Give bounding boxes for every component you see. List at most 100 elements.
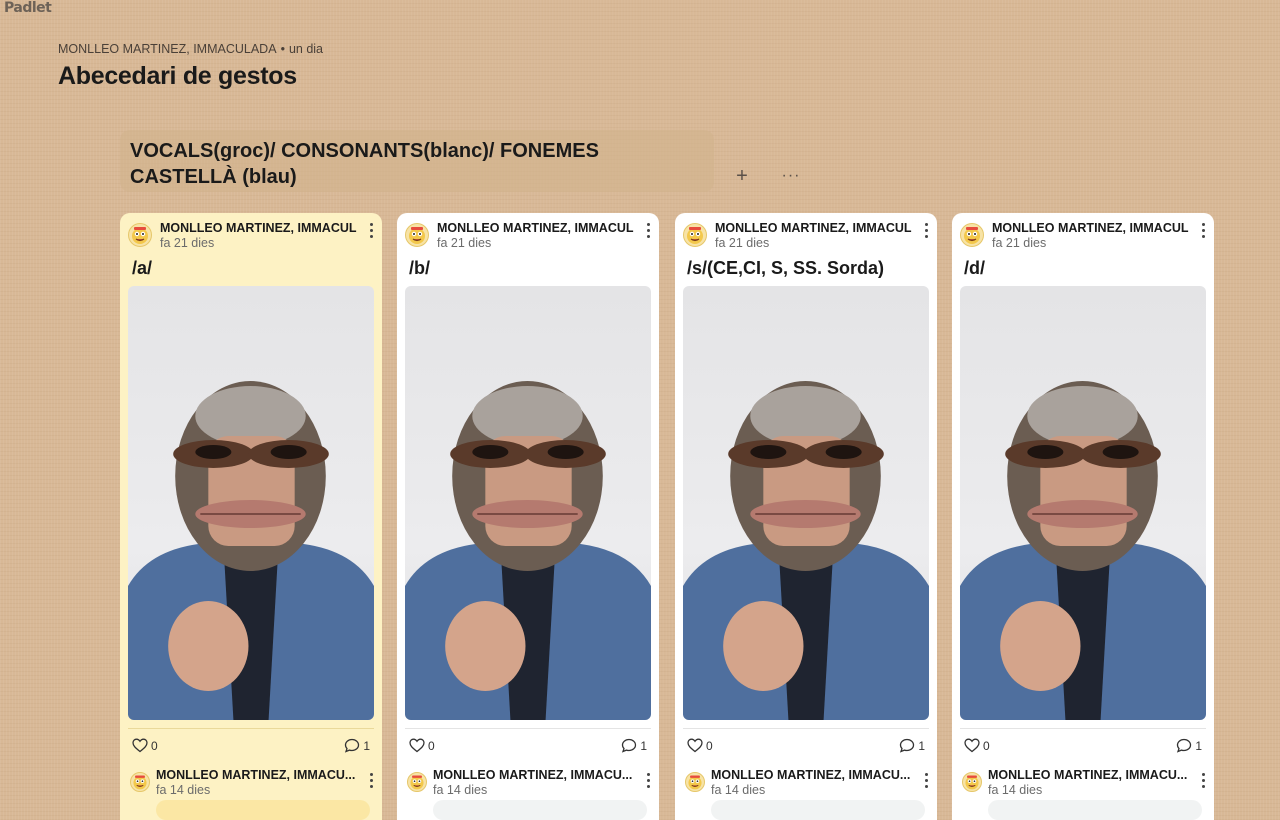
comment-icon xyxy=(1177,738,1192,753)
comment-count: 1 xyxy=(918,738,925,753)
divider xyxy=(683,728,929,729)
post-card[interactable]: MONLLEO MARTINEZ, IMMACUL fa 21 dies /b/ xyxy=(397,213,659,820)
like-button[interactable]: 0 xyxy=(409,738,435,753)
comment-author: MONLLEO MARTINEZ, IMMACU... xyxy=(156,768,356,782)
comment-avatar[interactable] xyxy=(407,772,427,792)
divider xyxy=(405,728,651,729)
avatar-face-icon xyxy=(965,775,979,790)
comment-menu-icon[interactable] xyxy=(921,771,931,789)
comment-icon xyxy=(345,738,360,753)
comment-body[interactable] xyxy=(156,800,370,820)
comment-avatar[interactable] xyxy=(130,772,150,792)
comment-icon xyxy=(622,738,637,753)
post-menu-icon[interactable] xyxy=(1198,221,1208,239)
avatar[interactable] xyxy=(683,223,707,247)
heart-icon xyxy=(132,738,148,753)
post-reactions: 0 1 xyxy=(397,720,659,768)
section-header[interactable]: VOCALS(groc)/ CONSONANTS(blanc)/ FONEMES… xyxy=(120,130,714,192)
board-meta: MONLLEO MARTINEZ, IMMACULADA • un dia xyxy=(58,42,323,56)
post-header: MONLLEO MARTINEZ, IMMACUL fa 21 dies xyxy=(120,213,382,253)
avatar-face-icon xyxy=(410,775,424,790)
comment-item: MONLLEO MARTINEZ, IMMACU... fa 14 dies xyxy=(397,768,659,820)
post-menu-icon[interactable] xyxy=(921,221,931,239)
post-subject: /a/ xyxy=(132,258,153,278)
comment-author: MONLLEO MARTINEZ, IMMACU... xyxy=(988,768,1188,782)
post-card[interactable]: MONLLEO MARTINEZ, IMMACUL fa 21 dies /d/ xyxy=(952,213,1214,820)
post-subject: /d/ xyxy=(964,258,985,278)
post-subject: /s/(CE,CI, S, SS. Sorda) xyxy=(687,258,885,278)
heart-icon xyxy=(964,738,980,753)
comments-button[interactable]: 1 xyxy=(899,738,925,753)
person-gesture-image xyxy=(960,381,1206,720)
person-gesture-image xyxy=(128,381,374,720)
post-reactions: 0 1 xyxy=(675,720,937,768)
post-card[interactable]: MONLLEO MARTINEZ, IMMACUL fa 21 dies /s/… xyxy=(675,213,937,820)
post-video-thumbnail[interactable] xyxy=(960,286,1206,720)
comment-time: fa 14 dies xyxy=(156,783,211,797)
comment-body[interactable] xyxy=(433,800,647,820)
board-updated: un dia xyxy=(288,42,324,56)
comment-author: MONLLEO MARTINEZ, IMMACU... xyxy=(433,768,633,782)
like-button[interactable]: 0 xyxy=(132,738,158,753)
like-count: 0 xyxy=(151,738,158,753)
like-button[interactable]: 0 xyxy=(687,738,713,753)
post-header: MONLLEO MARTINEZ, IMMACUL fa 21 dies xyxy=(397,213,659,253)
avatar-face-icon xyxy=(687,227,703,244)
post-author: MONLLEO MARTINEZ, IMMACUL xyxy=(437,221,634,235)
comment-avatar[interactable] xyxy=(685,772,705,792)
like-count: 0 xyxy=(983,738,990,753)
avatar[interactable] xyxy=(128,223,152,247)
section-title-line-1: VOCALS(groc)/ CONSONANTS(blanc)/ FONEMES xyxy=(130,140,599,162)
like-count: 0 xyxy=(706,738,713,753)
avatar-face-icon xyxy=(133,775,147,790)
add-post-button[interactable]: + xyxy=(726,160,758,192)
post-time: fa 21 dies xyxy=(715,236,770,250)
padlet-logo[interactable]: Padlet xyxy=(4,0,52,16)
comment-author: MONLLEO MARTINEZ, IMMACU... xyxy=(711,768,911,782)
comment-count: 1 xyxy=(1195,738,1202,753)
comments-button[interactable]: 1 xyxy=(621,738,647,753)
post-video-thumbnail[interactable] xyxy=(683,286,929,720)
comment-menu-icon[interactable] xyxy=(643,771,653,789)
avatar-face-icon xyxy=(132,227,148,244)
comment-count: 1 xyxy=(363,738,370,753)
avatar[interactable] xyxy=(405,223,429,247)
heart-icon xyxy=(409,738,425,753)
comment-time: fa 14 dies xyxy=(988,783,1043,797)
post-menu-icon[interactable] xyxy=(366,221,376,239)
comment-count: 1 xyxy=(640,738,647,753)
divider xyxy=(960,728,1206,729)
comment-menu-icon[interactable] xyxy=(366,771,376,789)
post-menu-icon[interactable] xyxy=(643,221,653,239)
board-header: MONLLEO MARTINEZ, IMMACULADA • un dia Abec… xyxy=(58,42,323,91)
meta-separator: • xyxy=(280,42,285,56)
post-header: MONLLEO MARTINEZ, IMMACUL fa 21 dies xyxy=(952,213,1214,253)
post-time: fa 21 dies xyxy=(160,236,215,250)
comment-menu-icon[interactable] xyxy=(1198,771,1208,789)
section-title-line-2: CASTELLÀ (blau) xyxy=(130,166,297,188)
post-subject: /b/ xyxy=(409,258,430,278)
post-card[interactable]: MONLLEO MARTINEZ, IMMACUL fa 21 dies /a/ xyxy=(120,213,382,820)
comments-button[interactable]: 1 xyxy=(1176,738,1202,753)
section-more-button[interactable]: ··· xyxy=(775,160,807,192)
post-author: MONLLEO MARTINEZ, IMMACUL xyxy=(160,221,357,235)
avatar[interactable] xyxy=(960,223,984,247)
comments-button[interactable]: 1 xyxy=(344,738,370,753)
comment-time: fa 14 dies xyxy=(711,783,766,797)
like-button[interactable]: 0 xyxy=(964,738,990,753)
post-time: fa 21 dies xyxy=(992,236,1047,250)
comment-body[interactable] xyxy=(711,800,925,820)
comment-item: MONLLEO MARTINEZ, IMMACU... fa 14 dies xyxy=(675,768,937,820)
post-video-thumbnail[interactable] xyxy=(405,286,651,720)
comment-item: MONLLEO MARTINEZ, IMMACU... fa 14 dies xyxy=(120,768,382,820)
post-reactions: 0 1 xyxy=(120,720,382,768)
post-header: MONLLEO MARTINEZ, IMMACUL fa 21 dies xyxy=(675,213,937,253)
comment-icon xyxy=(900,738,915,753)
like-count: 0 xyxy=(428,738,435,753)
comment-avatar[interactable] xyxy=(962,772,982,792)
avatar-face-icon xyxy=(409,227,425,244)
post-author: MONLLEO MARTINEZ, IMMACUL xyxy=(992,221,1189,235)
comment-time: fa 14 dies xyxy=(433,783,488,797)
comment-body[interactable] xyxy=(988,800,1202,820)
post-video-thumbnail[interactable] xyxy=(128,286,374,720)
